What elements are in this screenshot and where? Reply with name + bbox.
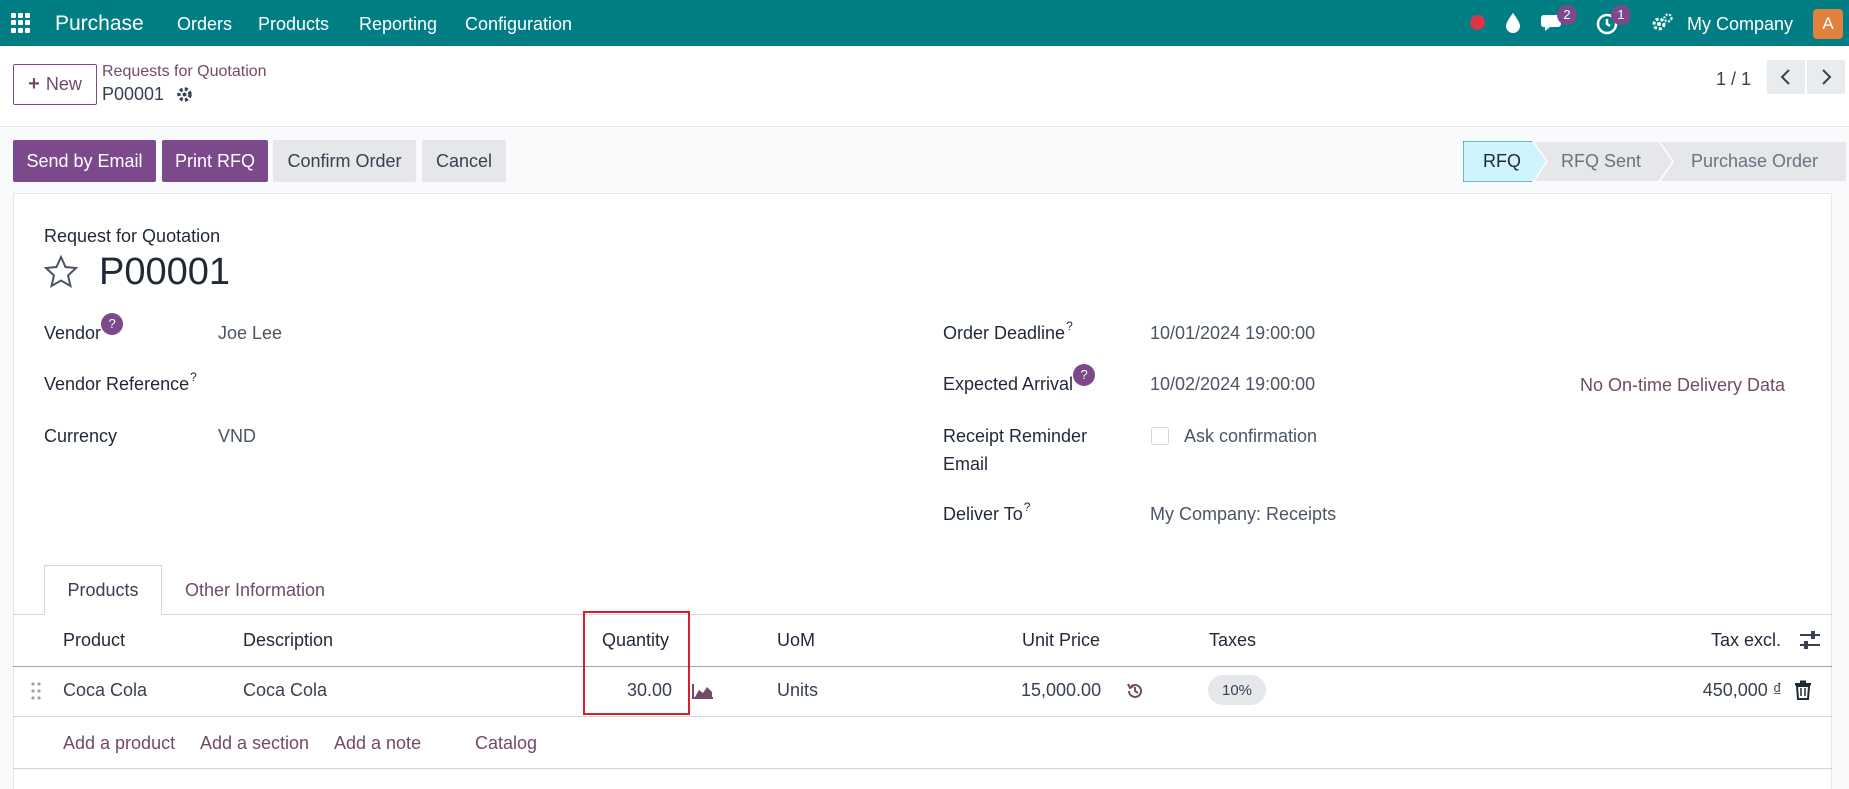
column-unit-price[interactable]: Unit Price (1022, 630, 1100, 651)
confirm-order-button[interactable]: Confirm Order (273, 140, 416, 182)
vendor-reference-input[interactable] (218, 370, 838, 398)
menu-reporting[interactable]: Reporting (359, 14, 437, 35)
tab-products[interactable]: Products (44, 565, 162, 615)
company-switcher[interactable]: My Company (1687, 14, 1793, 35)
tax-tag[interactable]: 10% (1208, 675, 1266, 705)
row-description[interactable]: Coca Cola (243, 680, 327, 701)
menu-configuration[interactable]: Configuration (465, 14, 572, 35)
optional-columns-sliders-icon[interactable] (1799, 630, 1821, 650)
column-tax-excl[interactable]: Tax excl. (1711, 630, 1781, 651)
column-quantity[interactable]: Quantity (602, 630, 669, 651)
expected-arrival-field[interactable]: 10/02/2024 19:00:00 (1150, 374, 1315, 395)
add-section-link[interactable]: Add a section (200, 733, 309, 754)
chevron-left-icon (1780, 69, 1790, 85)
order-deadline-field[interactable]: 10/01/2024 19:00:00 (1150, 323, 1315, 344)
row-subtotal: 450,000 ₫ (1702, 680, 1782, 700)
order-deadline-label: Order Deadline? (943, 319, 1073, 344)
droplet-icon[interactable] (1503, 11, 1529, 35)
apps-menu-icon[interactable] (11, 13, 31, 33)
row-unit-price[interactable]: 15,000.00 (1021, 680, 1101, 701)
currency-field[interactable]: VND (218, 426, 256, 447)
favorite-star-icon[interactable] (43, 254, 79, 290)
deliver-to-field[interactable]: My Company: Receipts (1150, 504, 1336, 525)
pager-next-button[interactable] (1807, 60, 1845, 94)
deliver-to-label-text: Deliver To (943, 504, 1023, 524)
messages-icon[interactable]: 2 (1540, 5, 1577, 35)
pager-value[interactable]: 1 / 1 (1716, 69, 1751, 90)
order-deadline-help-icon[interactable]: ? (1066, 319, 1073, 333)
order-deadline-label-text: Order Deadline (943, 323, 1066, 343)
cancel-button[interactable]: Cancel (422, 140, 506, 182)
tab-other-information[interactable]: Other Information (170, 565, 340, 615)
vendor-help-icon[interactable]: ? (101, 313, 124, 335)
user-avatar[interactable]: A (1813, 9, 1843, 39)
chevron-right-icon (1822, 69, 1832, 85)
links-divider (13, 768, 1832, 769)
receipt-reminder-label-line1: Receipt Reminder (943, 426, 1088, 446)
document-type-label: Request for Quotation (44, 226, 221, 246)
header-divider (13, 666, 1832, 667)
menu-orders[interactable]: Orders (177, 14, 232, 35)
vendor-field[interactable]: Joe Lee (218, 323, 282, 344)
ontime-delivery-link[interactable]: No On-time Delivery Data (1580, 375, 1785, 396)
row-uom[interactable]: Units (777, 680, 818, 701)
messages-badge: 2 (1557, 5, 1577, 25)
stage-purchase-order[interactable]: Purchase Order (1667, 141, 1842, 182)
price-history-icon[interactable] (1125, 681, 1145, 701)
new-button[interactable]: + New (13, 64, 97, 105)
column-product[interactable]: Product (63, 630, 125, 651)
app-brand[interactable]: Purchase (55, 12, 144, 36)
currency-label: Currency (44, 426, 118, 446)
deliver-to-label: Deliver To? (943, 500, 1030, 525)
plus-icon: + (28, 73, 40, 95)
add-note-link[interactable]: Add a note (334, 733, 421, 754)
vendor-reference-help-icon[interactable]: ? (190, 370, 197, 384)
expected-arrival-help-icon[interactable]: ? (1073, 364, 1096, 386)
ask-confirmation-label: Ask confirmation (1184, 426, 1318, 446)
forecast-chart-icon[interactable] (692, 683, 714, 699)
print-rfq-button[interactable]: Print RFQ (162, 140, 268, 182)
vendor-label-text: Vendor (44, 323, 102, 343)
row-product[interactable]: Coca Cola (63, 680, 147, 701)
breadcrumb-rfq-list[interactable]: Requests for Quotation (102, 63, 267, 81)
column-taxes[interactable]: Taxes (1209, 630, 1256, 651)
delete-row-trash-icon[interactable] (1794, 680, 1812, 700)
activities-badge: 1 (1611, 5, 1631, 25)
top-navbar: Purchase Orders Products Reporting Confi… (0, 0, 1849, 46)
catalog-link[interactable]: Catalog (475, 733, 537, 754)
settings-gears-icon[interactable] (1650, 11, 1676, 35)
stage-rfq-sent[interactable]: RFQ Sent (1547, 141, 1655, 182)
new-button-label: New (45, 74, 82, 94)
recording-indicator-icon[interactable] (1470, 15, 1485, 30)
row-divider (13, 716, 1832, 717)
deliver-to-help-icon[interactable]: ? (1024, 500, 1031, 514)
vendor-reference-label-text: Vendor Reference (44, 374, 190, 394)
pager-previous-button[interactable] (1767, 60, 1805, 94)
ask-confirmation-checkbox[interactable] (1151, 427, 1169, 445)
activities-clock-icon[interactable]: 1 (1595, 5, 1631, 35)
breadcrumb-current-record: P00001 (102, 84, 165, 104)
send-by-email-button[interactable]: Send by Email (13, 140, 156, 182)
column-uom[interactable]: UoM (777, 630, 815, 651)
vendor-reference-label: Vendor Reference? (44, 370, 197, 395)
record-actions-gear-icon[interactable] (176, 86, 193, 103)
column-description[interactable]: Description (243, 630, 333, 651)
add-product-link[interactable]: Add a product (63, 733, 175, 754)
stage-rfq[interactable]: RFQ (1463, 141, 1541, 182)
expected-arrival-label-text: Expected Arrival (943, 374, 1074, 394)
menu-products[interactable]: Products (258, 14, 329, 35)
row-quantity[interactable]: 30.00 (600, 680, 672, 701)
expected-arrival-label: Expected Arrival? (943, 364, 1096, 395)
vendor-label: Vendor? (44, 313, 124, 344)
receipt-reminder-label-line2: Email (943, 454, 989, 474)
row-drag-handle-icon[interactable] (30, 681, 42, 701)
record-title: P00001 (99, 251, 231, 293)
control-panel: + New Requests for Quotation P00001 1 / … (0, 46, 1849, 127)
